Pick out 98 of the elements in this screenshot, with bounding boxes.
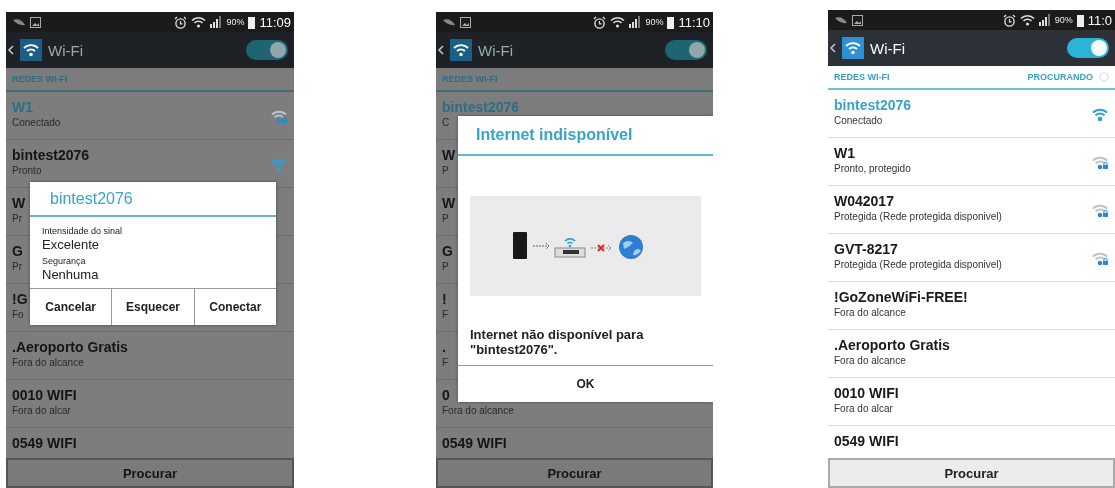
network-name[interactable]: W042017	[834, 193, 894, 209]
network-status: Pr	[12, 261, 22, 272]
network-name[interactable]: .Aeroporto Gratis	[834, 337, 950, 353]
scan-button[interactable]: Procurar	[828, 458, 1115, 488]
network-status: Pronto	[12, 165, 42, 176]
network-status: Fora do alcance	[834, 307, 906, 318]
battery-percent: 90%	[1054, 15, 1073, 25]
scan-status: PROCURANDO	[1027, 72, 1093, 82]
dialog-button[interactable]: Esquecer	[111, 289, 194, 325]
network-name[interactable]: !GoZoneWiFi-FREE!	[834, 289, 968, 305]
wifi-icon	[191, 16, 207, 28]
network-status: Fora do alcance	[834, 355, 906, 366]
network-status: P	[442, 165, 449, 176]
network-status: Conectado	[834, 115, 883, 126]
signal-icon	[1038, 14, 1051, 26]
clock-time: 11:0	[1087, 12, 1112, 28]
scan-button[interactable]: Procurar	[436, 458, 713, 488]
screen-title: Wi-Fi	[48, 41, 84, 59]
screen-title: Wi-Fi	[870, 39, 906, 57]
dialog-button[interactable]: OK	[458, 366, 713, 402]
network-name[interactable]: .	[442, 339, 446, 355]
network-name[interactable]: W	[442, 195, 456, 211]
scan-button[interactable]: Procurar	[6, 458, 294, 488]
wifi-app-icon	[842, 37, 864, 59]
field-label: Segurança	[42, 256, 87, 266]
network-status: Protegida (Rede protegida disponivel)	[834, 211, 1002, 222]
network-name[interactable]: 0	[442, 387, 450, 403]
clock-time: 11:10	[678, 14, 710, 30]
network-name[interactable]: bintest2076	[834, 97, 912, 113]
network-status: F	[442, 309, 449, 320]
wifi-switch[interactable]	[665, 40, 707, 60]
network-status: Fora do alcance	[12, 357, 84, 368]
network-status: F	[442, 357, 449, 368]
alarm-icon	[1002, 13, 1016, 27]
battery-icon	[667, 15, 675, 29]
section-header: REDES WI-FI	[834, 72, 891, 82]
network-status: Pr	[12, 213, 22, 224]
section-header: REDES WI-FI	[442, 74, 499, 84]
battery-icon	[248, 15, 256, 29]
image-icon	[460, 16, 471, 28]
network-name[interactable]: GVT-8217	[834, 241, 898, 257]
network-name[interactable]: W	[12, 195, 26, 211]
wifi-switch[interactable]	[1067, 38, 1109, 58]
network-status: Conectado	[12, 117, 61, 128]
back-chevron-icon[interactable]	[438, 45, 444, 55]
network-status: C	[442, 117, 450, 128]
alarm-icon	[593, 15, 607, 29]
network-status: Fora do alcar	[12, 405, 71, 416]
network-name[interactable]: 0010 WIFI	[834, 385, 899, 401]
back-chevron-icon[interactable]	[830, 43, 836, 53]
network-name[interactable]: 0549 WIFI	[442, 435, 507, 451]
network-name[interactable]: bintest2076	[12, 147, 90, 163]
network-name[interactable]: 0010 WIFI	[12, 387, 77, 403]
image-icon	[852, 14, 863, 26]
network-name[interactable]: !	[442, 291, 447, 307]
network-name[interactable]: 0549 WIFI	[12, 435, 77, 451]
clock-time: 11:09	[259, 14, 291, 30]
field-value: Excelente	[42, 237, 101, 252]
dialog-title: bintest2076	[30, 182, 276, 217]
dialog-title: Internet indisponível	[458, 116, 713, 156]
field-label: Intensidade do sinal	[42, 226, 124, 236]
signal-icon	[210, 16, 223, 28]
network-status: Fo	[12, 309, 24, 320]
signal-icon	[629, 16, 642, 28]
network-status: P	[442, 213, 449, 224]
back-chevron-icon[interactable]	[8, 45, 14, 55]
wifi-app-icon	[20, 39, 42, 61]
network-status: Pronto, protegido	[834, 163, 911, 174]
leaf-icon	[442, 17, 456, 27]
wifi-app-icon	[450, 39, 472, 61]
network-status: Fora do alcance	[442, 405, 514, 416]
network-name[interactable]: !G	[12, 291, 28, 307]
network-status: Protegida (Rede protegida disponivel)	[834, 259, 1002, 270]
spinner-icon	[1099, 72, 1109, 82]
screen-title: Wi-Fi	[478, 41, 514, 59]
leaf-icon	[834, 15, 848, 25]
network-name[interactable]: G	[12, 243, 23, 259]
dialog-button[interactable]: Cancelar	[30, 289, 112, 325]
leaf-icon	[12, 17, 26, 27]
alarm-icon	[174, 15, 188, 29]
network-name[interactable]: .Aeroporto Gratis	[12, 339, 128, 355]
network-name[interactable]: G	[442, 243, 453, 259]
battery-percent: 90%	[226, 17, 245, 27]
battery-percent: 90%	[645, 17, 664, 27]
dialog-button[interactable]: Conectar	[193, 289, 276, 325]
field-value: Nenhuma	[42, 267, 100, 282]
network-status: Fora do alcar	[834, 403, 893, 414]
wifi-icon	[610, 16, 626, 28]
network-name[interactable]: W1	[834, 145, 855, 161]
network-name[interactable]: W	[442, 147, 456, 163]
section-header: REDES WI-FI	[12, 74, 69, 84]
battery-icon	[1076, 13, 1084, 27]
wifi-switch[interactable]	[246, 40, 288, 60]
network-name[interactable]: 0549 WIFI	[834, 433, 899, 449]
network-status: P	[442, 261, 449, 272]
dialog-message: Internet não disponível para "bintest2076".	[470, 327, 645, 357]
image-icon	[30, 16, 41, 28]
wifi-icon	[1019, 14, 1035, 26]
